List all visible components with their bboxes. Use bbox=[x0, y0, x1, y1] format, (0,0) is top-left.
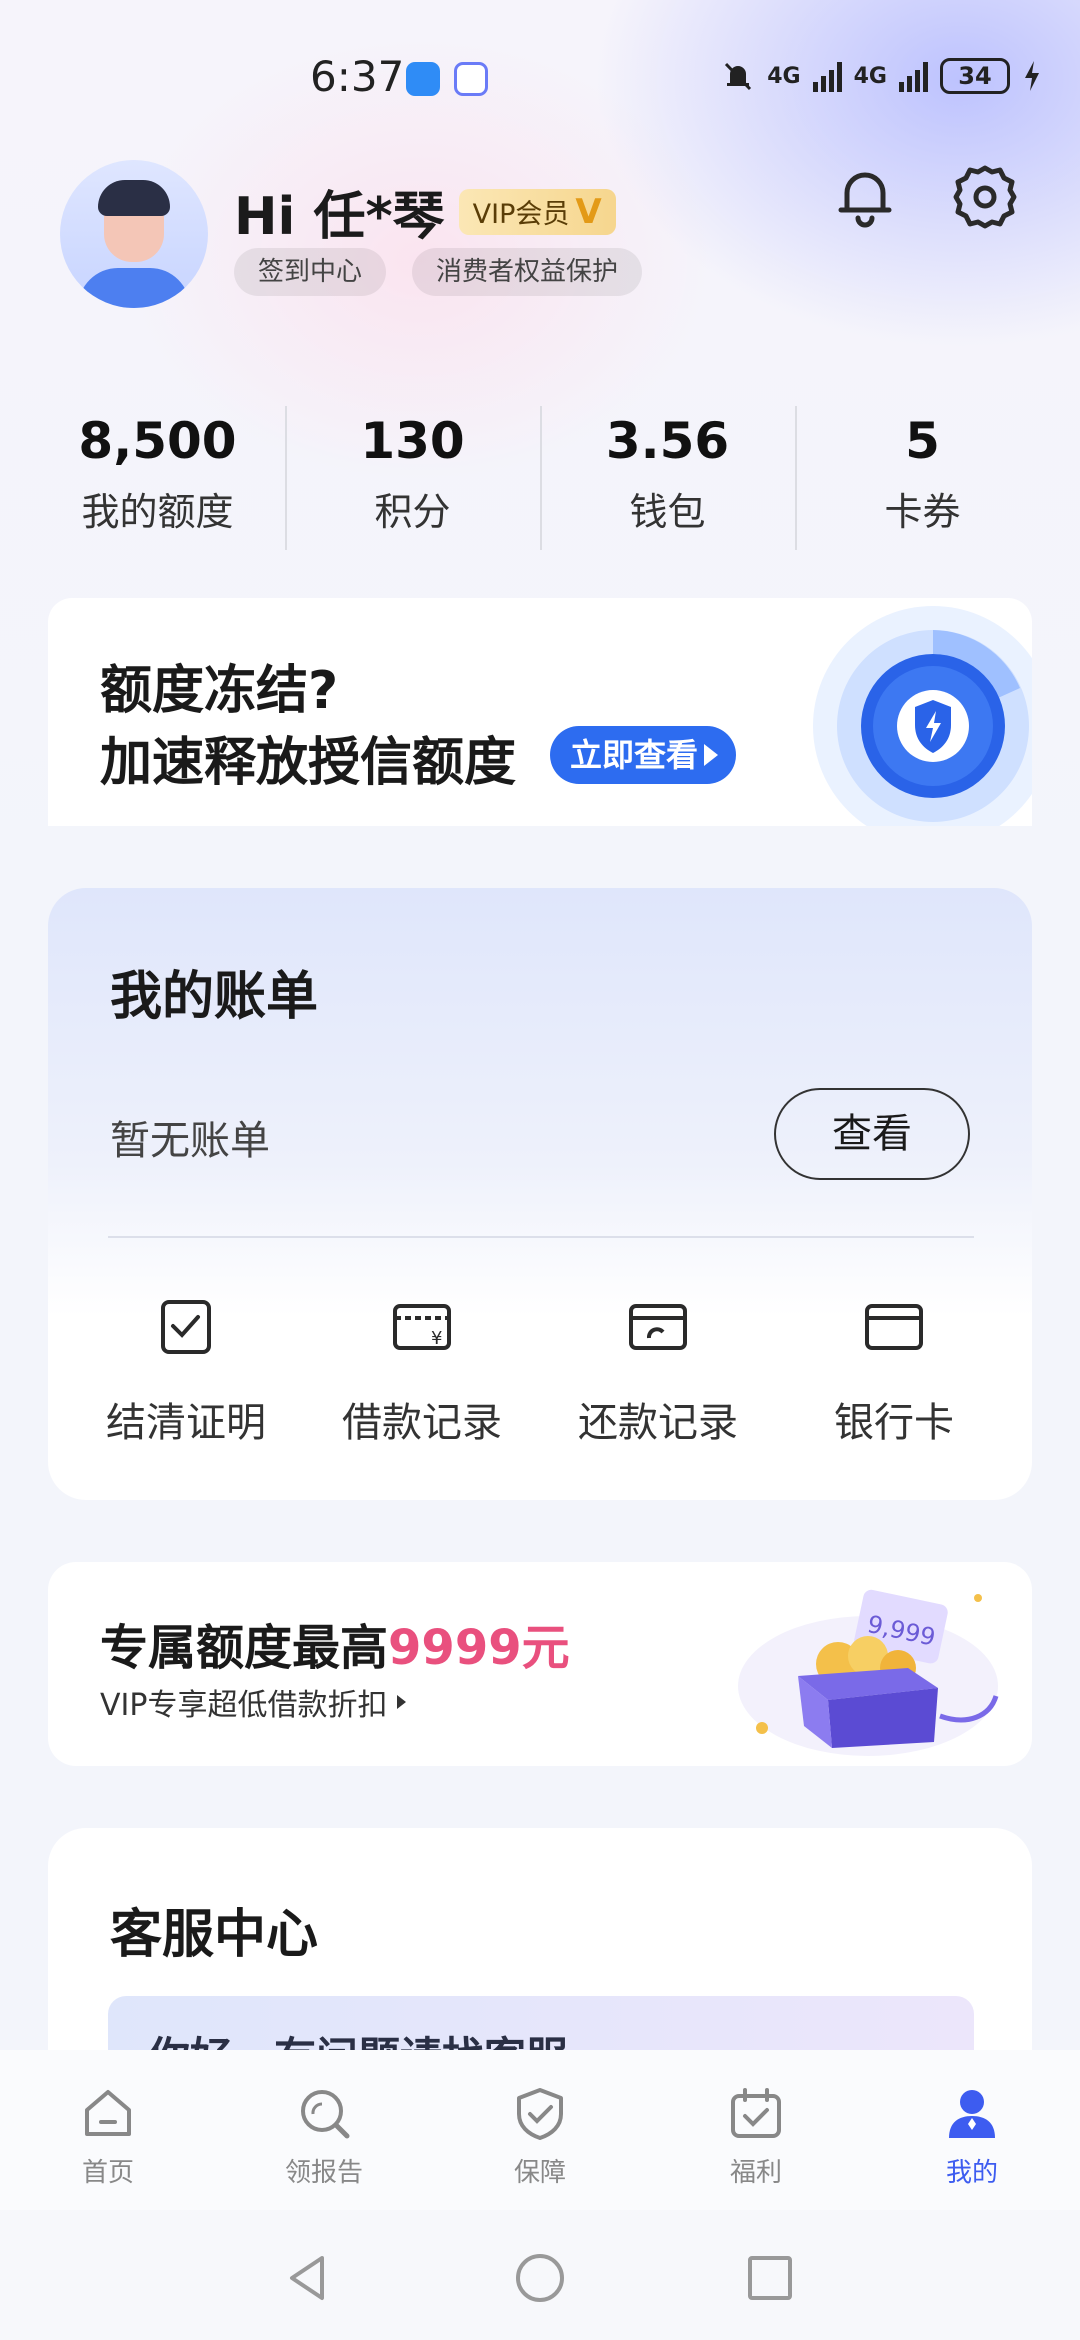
avatar-hair bbox=[98, 180, 170, 216]
vip-offer-card[interactable]: 专属额度最高9999元 VIP专享超低借款折扣 9,999 bbox=[48, 1562, 1032, 1766]
service-title: 客服中心 bbox=[110, 1905, 319, 1965]
vip-offer-subtitle: VIP专享超低借款折扣 bbox=[100, 1688, 388, 1723]
system-nav-bar bbox=[0, 2210, 1080, 2340]
arrow-right-icon bbox=[397, 1695, 407, 1709]
signal-1-icon bbox=[812, 60, 842, 92]
stats-row: 8,500 我的额度 130 积分 3.56 钱包 5 卡券 bbox=[30, 400, 1050, 550]
shield-icon bbox=[517, 2088, 563, 2140]
report-icon bbox=[301, 2090, 350, 2139]
tab-benefits[interactable]: 福利 bbox=[648, 2050, 864, 2210]
quick-action-label: 借款记录 bbox=[342, 1400, 502, 1446]
view-now-button[interactable]: 立即查看 bbox=[550, 726, 737, 784]
calendar-check-icon bbox=[731, 2088, 781, 2138]
quick-action-label: 结清证明 bbox=[106, 1400, 266, 1446]
signal-2-icon bbox=[899, 60, 928, 92]
avatar[interactable] bbox=[60, 160, 208, 308]
bell-icon[interactable] bbox=[830, 162, 900, 232]
tab-protection[interactable]: 保障 bbox=[432, 2050, 648, 2210]
stat-label: 钱包 bbox=[629, 490, 706, 534]
tab-mine[interactable]: 我的 bbox=[864, 2050, 1080, 2210]
greeting-name: Hi 任*琴 bbox=[234, 187, 445, 247]
stat-value: 130 bbox=[360, 412, 465, 470]
gear-icon[interactable] bbox=[950, 162, 1020, 232]
status-time: 6:37 bbox=[310, 52, 405, 101]
view-now-label: 立即查看 bbox=[570, 736, 699, 774]
settlement-certificate-button[interactable]: 结清证明 bbox=[71, 1296, 301, 1448]
cloud-icon bbox=[406, 62, 440, 96]
stat-credit-limit[interactable]: 8,500 我的额度 bbox=[30, 400, 285, 550]
vip-offer-subtitle-row: VIP专享超低借款折扣 bbox=[100, 1680, 407, 1724]
vip-offer-title-prefix: 专属额度最高 bbox=[100, 1620, 389, 1676]
profile-pills: 签到中心 消费者权益保护 bbox=[234, 248, 643, 296]
bill-quick-actions: 结清证明 ¥ 借款记录 还款记录 银行卡 bbox=[48, 1296, 1032, 1448]
status-right: 4G 4G 34 bbox=[721, 58, 1042, 94]
consumer-rights-button[interactable]: 消费者权益保护 bbox=[412, 248, 643, 296]
gift-box-icon: 9,999 bbox=[738, 1589, 999, 1756]
stat-wallet[interactable]: 3.56 钱包 bbox=[540, 400, 795, 550]
battery-level: 34 bbox=[940, 58, 1010, 94]
stat-coupons[interactable]: 5 卡券 bbox=[795, 400, 1050, 550]
view-bill-button[interactable]: 查看 bbox=[774, 1088, 970, 1180]
bill-title: 我的账单 bbox=[110, 967, 319, 1027]
checkin-center-button[interactable]: 签到中心 bbox=[234, 248, 387, 296]
bottom-tab-bar: 首页 领报告 保障 福利 我的 bbox=[0, 2050, 1080, 2210]
bank-card-button[interactable]: 银行卡 bbox=[779, 1296, 1009, 1448]
credit-freeze-banner[interactable]: 额度冻结? 加速释放授信额度 立即查看 bbox=[48, 598, 1032, 858]
bill-empty-text: 暂无账单 bbox=[110, 1118, 270, 1164]
greeting-row: Hi 任*琴 VIP会员 V bbox=[234, 174, 616, 249]
vip-badge[interactable]: VIP会员 V bbox=[458, 188, 616, 235]
repayment-record-button[interactable]: 还款记录 bbox=[543, 1296, 773, 1448]
tab-report[interactable]: 领报告 bbox=[216, 2050, 432, 2210]
status-bar: 6:37 4G 4G 34 bbox=[0, 0, 1080, 140]
stat-label: 卡券 bbox=[884, 490, 961, 534]
stat-points[interactable]: 130 积分 bbox=[285, 400, 540, 550]
network-2-label: 4G bbox=[853, 63, 887, 89]
tab-label: 福利 bbox=[729, 2158, 782, 2188]
settlement-certificate-icon bbox=[161, 1300, 211, 1354]
promo-line-2: 加速释放授信额度 bbox=[100, 733, 517, 793]
home-circle-icon[interactable] bbox=[512, 2250, 568, 2306]
profile-icon bbox=[949, 2090, 995, 2138]
play-arrow-icon bbox=[704, 744, 719, 766]
divider bbox=[108, 1236, 974, 1238]
tab-home[interactable]: 首页 bbox=[0, 2050, 216, 2210]
shield-security-icon bbox=[813, 606, 1032, 846]
back-icon[interactable] bbox=[280, 2250, 336, 2306]
stat-value: 5 bbox=[905, 412, 940, 470]
bank-card-icon bbox=[865, 1304, 923, 1350]
stat-value: 3.56 bbox=[605, 412, 730, 470]
promo-line-1: 额度冻结? bbox=[100, 661, 339, 721]
recent-apps-icon[interactable] bbox=[742, 2250, 798, 2306]
vip-badge-label: VIP会员 bbox=[472, 199, 570, 230]
tab-label: 我的 bbox=[945, 2158, 998, 2188]
tab-label: 首页 bbox=[81, 2158, 134, 2188]
quick-action-label: 还款记录 bbox=[578, 1400, 738, 1446]
vip-v-icon: V bbox=[575, 191, 602, 232]
svg-text:¥: ¥ bbox=[431, 1328, 442, 1349]
vip-offer-title: 专属额度最高9999元 bbox=[100, 1608, 570, 1678]
stat-label: 我的额度 bbox=[81, 490, 234, 534]
music-icon bbox=[454, 62, 488, 96]
avatar-body bbox=[78, 268, 190, 308]
my-bill-card: 我的账单 暂无账单 查看 结清证明 ¥ 借款记录 还款记录 银行卡 bbox=[48, 888, 1032, 1500]
quick-action-label: 银行卡 bbox=[834, 1400, 954, 1446]
network-1-label: 4G bbox=[767, 63, 801, 89]
loan-record-button[interactable]: ¥ 借款记录 bbox=[307, 1296, 537, 1448]
tab-label: 保障 bbox=[513, 2158, 566, 2188]
mute-bell-icon bbox=[725, 62, 752, 91]
stat-value: 8,500 bbox=[78, 412, 237, 470]
tab-label: 领报告 bbox=[284, 2158, 363, 2188]
stat-label: 积分 bbox=[374, 490, 451, 534]
vip-offer-amount: 9999元 bbox=[388, 1620, 570, 1676]
home-icon bbox=[85, 2090, 131, 2136]
charging-icon bbox=[1025, 61, 1039, 91]
loan-record-icon: ¥ bbox=[393, 1304, 451, 1350]
repayment-record-icon bbox=[629, 1304, 687, 1350]
